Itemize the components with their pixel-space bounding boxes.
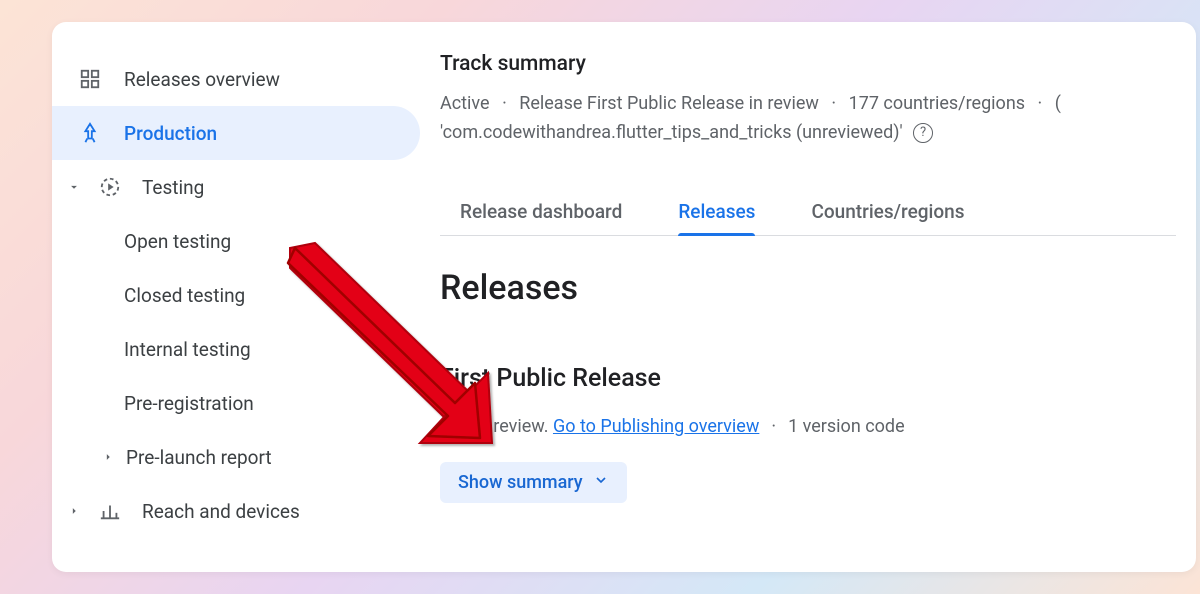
tab-countries-regions[interactable]: Countries/regions (811, 188, 964, 235)
main-content: Track summary Active · Release First Pub… (430, 22, 1196, 572)
release-name: First Public Release (440, 364, 1176, 393)
sidebar: Releases overview Production Testin (52, 22, 430, 572)
show-summary-button[interactable]: Show summary (440, 462, 627, 503)
tab-releases[interactable]: Releases (678, 188, 755, 235)
sidebar-item-label: Pre-registration (124, 392, 254, 415)
sidebar-item-closed-testing[interactable]: Closed testing (52, 268, 430, 322)
sidebar-item-pre-launch-report[interactable]: Pre-launch report (52, 430, 430, 484)
release-in-review-text: Release First Public Release in review (519, 93, 819, 114)
tabs: Release dashboard Releases Countries/reg… (440, 188, 1176, 236)
help-icon[interactable]: ? (913, 123, 933, 143)
sidebar-item-label: Pre-launch report (126, 446, 272, 469)
status-active: Active (440, 93, 490, 114)
show-summary-label: Show summary (458, 472, 583, 493)
section-heading-releases: Releases (440, 268, 1176, 308)
release-status-row: In review. Go to Publishing overview · 1… (440, 413, 1176, 440)
sidebar-item-releases-overview[interactable]: Releases overview (52, 52, 430, 106)
sidebar-item-label: Testing (142, 176, 204, 199)
sidebar-item-internal-testing[interactable]: Internal testing (52, 322, 430, 376)
chevron-down-icon (62, 180, 86, 194)
track-summary-title: Track summary (440, 52, 1176, 76)
sidebar-item-label: Closed testing (124, 284, 245, 307)
chevron-right-icon (62, 504, 86, 518)
track-summary-meta: Active · Release First Public Release in… (440, 90, 1176, 148)
chevron-down-icon (593, 472, 609, 493)
package-name-text: 'com.codewithandrea.flutter_tips_and_tri… (440, 122, 903, 143)
sidebar-item-label: Reach and devices (142, 500, 300, 523)
sidebar-item-label: Releases overview (124, 68, 280, 91)
dashboard-icon (78, 67, 102, 91)
publishing-overview-link[interactable]: Go to Publishing overview (553, 416, 759, 437)
chevron-right-icon (96, 450, 120, 464)
sidebar-item-label: Internal testing (124, 338, 251, 361)
sidebar-item-reach-devices[interactable]: Reach and devices (52, 484, 430, 538)
rocket-icon (78, 121, 102, 145)
sidebar-item-testing[interactable]: Testing (52, 160, 430, 214)
bar-chart-icon (98, 499, 122, 523)
sidebar-item-label: Production (124, 122, 217, 145)
version-code-count: 1 version code (788, 416, 905, 437)
target-icon (98, 175, 122, 199)
clock-icon (440, 413, 462, 440)
sidebar-item-production[interactable]: Production (52, 106, 420, 160)
tab-release-dashboard[interactable]: Release dashboard (460, 188, 622, 235)
sidebar-item-open-testing[interactable]: Open testing (52, 214, 430, 268)
countries-count: 177 countries/regions (849, 93, 1025, 114)
release-status-text: In review. (474, 416, 549, 437)
sidebar-item-pre-registration[interactable]: Pre-registration (52, 376, 430, 430)
sidebar-item-label: Open testing (124, 230, 231, 253)
